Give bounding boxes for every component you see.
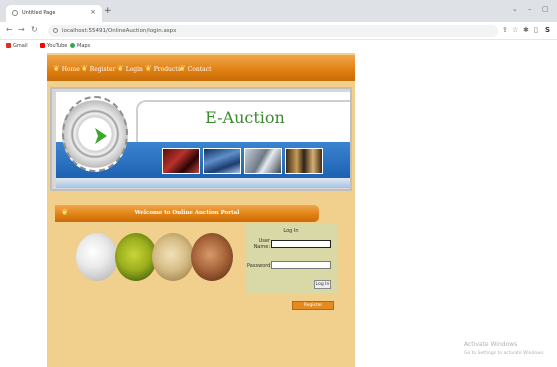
banner-image-gold: [285, 148, 323, 174]
bookmark-star-icon[interactable]: ☆: [512, 26, 518, 34]
site-info-icon[interactable]: [53, 28, 58, 33]
password-label: Password:: [247, 263, 273, 269]
maps-icon: [70, 43, 75, 48]
menu-products[interactable]: ❦ Products: [145, 64, 181, 73]
browser-toolbar: ← → ↻ localhost:55491/OnlineAuction/logi…: [0, 22, 557, 40]
profile-icon[interactable]: S: [545, 26, 550, 34]
green-arrow-icon: [95, 128, 107, 144]
leaf-icon: ❦: [81, 64, 88, 73]
extensions-icon[interactable]: ✱: [523, 26, 529, 34]
forward-icon[interactable]: →: [18, 25, 25, 34]
site-banner: E-Auction: [50, 87, 352, 191]
product-image-grains: [152, 233, 194, 281]
welcome-bar: ❦ Welcome to Online Auction Portal: [55, 205, 319, 222]
minimize-button[interactable]: –: [528, 5, 532, 13]
back-icon[interactable]: ←: [6, 25, 13, 34]
bookmark-maps[interactable]: Maps: [70, 43, 90, 49]
product-image-rice: [76, 233, 118, 281]
reload-icon[interactable]: ↻: [31, 25, 38, 34]
leaf-icon: ❦: [179, 64, 186, 73]
site-menu-bar: ❦ Home ❦ Register ❦ Login ❦ Products ❦ Contac…: [47, 55, 355, 81]
address-bar[interactable]: localhost:55491/OnlineAuction/login.aspx: [48, 25, 498, 37]
sidebar-icon[interactable]: ▯: [534, 26, 538, 34]
browser-tab-strip: Untitled Page × + ⌄ – ▢: [0, 0, 557, 22]
menu-contact[interactable]: ❦ Contact: [179, 64, 212, 73]
share-icon[interactable]: ⇪: [502, 26, 508, 34]
gear-logo-icon: [62, 96, 128, 172]
leaf-icon: ❦: [145, 64, 152, 73]
site-title: E-Auction: [205, 108, 285, 127]
leaf-icon: ❦: [53, 64, 60, 73]
product-image-nuts: [191, 233, 233, 281]
welcome-text: Welcome to Online Auction Portal: [134, 210, 240, 216]
username-label: User Name:: [253, 238, 270, 250]
gmail-icon: [6, 43, 11, 48]
login-title: Log In: [283, 228, 299, 234]
menu-login[interactable]: ❦ Login: [117, 64, 143, 73]
browser-tab[interactable]: Untitled Page ×: [6, 5, 102, 22]
restore-button[interactable]: ▢: [542, 5, 549, 13]
login-button[interactable]: Log In: [314, 280, 331, 289]
register-button[interactable]: Register: [292, 301, 334, 310]
banner-image-silver: [244, 148, 282, 174]
tab-title: Untitled Page: [22, 10, 56, 16]
url-text: localhost:55491/OnlineAuction/login.aspx: [62, 28, 177, 34]
banner-bottom-band: [56, 178, 350, 188]
close-tab-icon[interactable]: ×: [90, 8, 96, 16]
tab-search-icon[interactable]: ⌄: [512, 5, 518, 13]
watermark-subtitle: Go to Settings to activate Windows.: [464, 351, 545, 356]
bookmarks-bar: Gmail YouTube Maps: [0, 40, 557, 53]
bookmark-gmail[interactable]: Gmail: [6, 43, 28, 49]
banner-image-blue: [203, 148, 241, 174]
globe-icon: [12, 10, 18, 16]
leaf-icon: ❦: [117, 64, 124, 73]
menu-home[interactable]: ❦ Home: [53, 64, 80, 73]
activate-windows-watermark: Activate Windows Go to Settings to activ…: [464, 340, 545, 358]
banner-image-red: [162, 148, 200, 174]
username-input[interactable]: [271, 240, 331, 248]
watermark-title: Activate Windows: [464, 341, 518, 348]
product-image-pears: [115, 233, 157, 281]
menu-register[interactable]: ❦ Register: [81, 64, 115, 73]
youtube-icon: [40, 43, 45, 48]
bookmark-youtube[interactable]: YouTube: [40, 43, 67, 49]
password-input[interactable]: [271, 261, 331, 269]
banner-inner: E-Auction: [56, 92, 350, 188]
page-viewport: ❦ Home ❦ Register ❦ Login ❦ Products ❦ Contac…: [0, 53, 557, 367]
new-tab-button[interactable]: +: [104, 6, 112, 16]
title-panel: E-Auction: [136, 100, 350, 142]
